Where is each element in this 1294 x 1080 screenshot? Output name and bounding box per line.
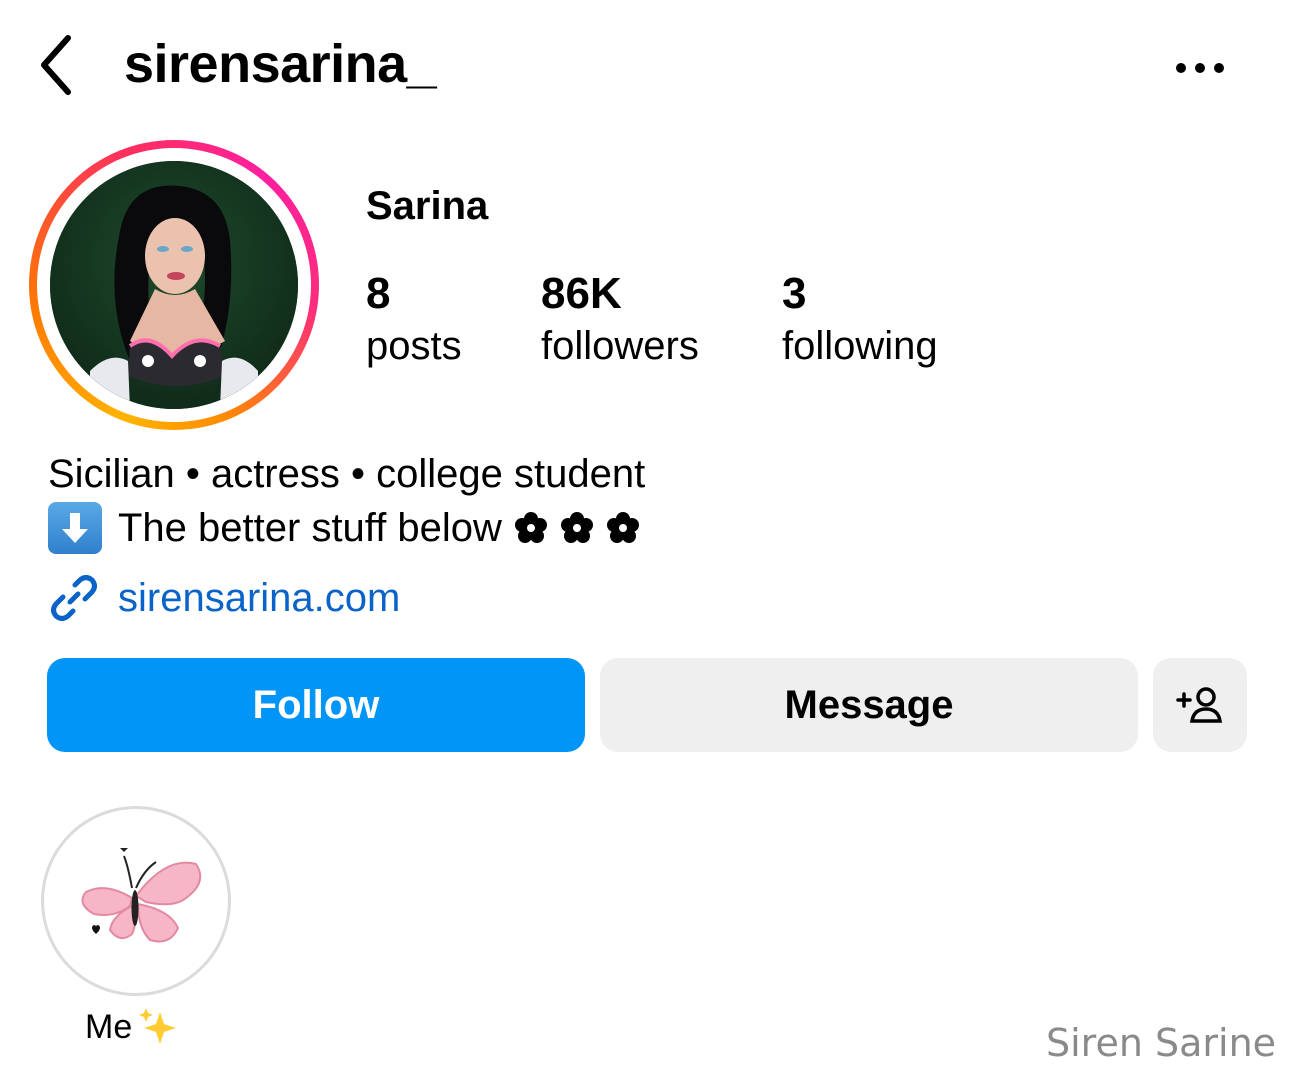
down-arrow-emoji xyxy=(48,502,102,554)
display-name: Sarina xyxy=(366,184,489,228)
following-count[interactable]: 3 following xyxy=(782,268,938,372)
add-person-icon xyxy=(1176,687,1223,723)
followers-count[interactable]: 86K followers xyxy=(541,268,699,372)
followers-label: followers xyxy=(541,324,699,368)
highlight-cover xyxy=(41,806,231,996)
bio-link[interactable]: sirensarina.com xyxy=(48,572,400,624)
bio-link-text: sirensarina.com xyxy=(118,576,401,620)
follow-button[interactable]: Follow xyxy=(47,658,585,752)
story-highlight[interactable]: Me xyxy=(41,806,231,1046)
bio-line-2: The better stuff below xyxy=(48,502,640,554)
profile-username: sirensarina_ xyxy=(124,34,437,94)
posts-label: posts xyxy=(366,324,462,368)
story-ring[interactable] xyxy=(29,140,319,430)
flower-icons xyxy=(514,511,640,545)
link-icon xyxy=(51,575,97,621)
posts-count[interactable]: 8 posts xyxy=(366,268,462,372)
flower-icon xyxy=(606,512,639,543)
watermark: Siren Sarine xyxy=(1046,1021,1277,1065)
bio-line-1: Sicilian • actress • college student xyxy=(48,452,646,496)
sparkles-emoji xyxy=(139,1008,177,1044)
flower-icon xyxy=(560,512,593,543)
ellipsis-icon xyxy=(1176,63,1224,73)
more-options-button[interactable] xyxy=(1168,48,1232,88)
following-label: following xyxy=(782,324,938,368)
butterfly-icon xyxy=(81,848,202,943)
flower-icon xyxy=(514,512,547,543)
bio-line-2-text: The better stuff below xyxy=(118,506,502,550)
suggested-accounts-button[interactable] xyxy=(1153,658,1247,752)
chevron-left-icon xyxy=(41,35,71,95)
highlight-label-row: Me xyxy=(85,1006,182,1048)
following-value: 3 xyxy=(782,269,807,318)
posts-value: 8 xyxy=(366,269,391,318)
followers-value: 86K xyxy=(541,269,622,318)
highlight-label: Me xyxy=(85,1008,133,1046)
profile-photo xyxy=(50,161,298,409)
message-button[interactable]: Message xyxy=(600,658,1138,752)
back-button[interactable] xyxy=(30,30,82,100)
avatar xyxy=(50,161,298,409)
